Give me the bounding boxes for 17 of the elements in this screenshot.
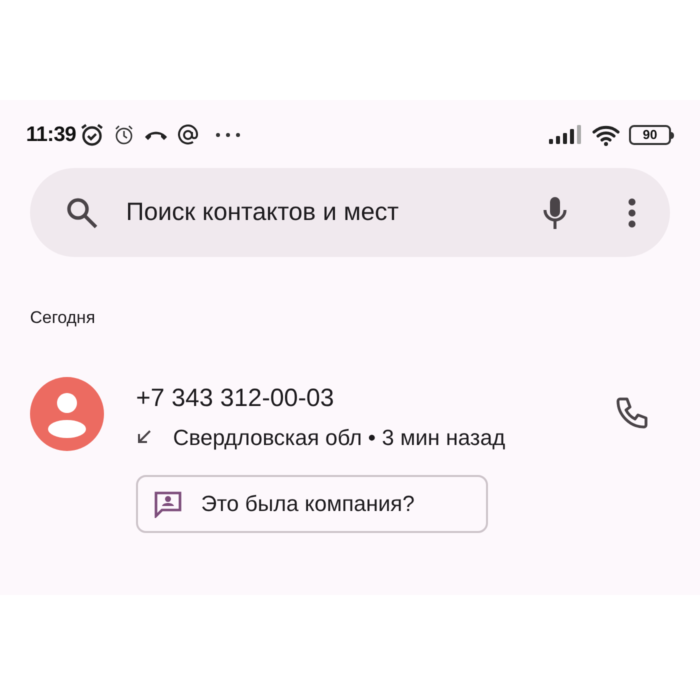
phone-icon[interactable] (614, 394, 650, 430)
search-bar[interactable]: Поиск контактов и мест (30, 168, 670, 257)
alarm-icon (78, 122, 105, 148)
avatar-icon (30, 376, 104, 450)
company-button[interactable]: Это была компания? (136, 474, 488, 532)
alarm-icon (112, 124, 135, 146)
search-field[interactable]: Поиск контактов и мест (126, 194, 540, 232)
section-header: Сегодня (30, 307, 96, 329)
signal-icon (549, 125, 581, 145)
business-chat-icon (153, 490, 183, 518)
call-details: Свердловская обл • 3 мин назад (173, 424, 506, 450)
at-icon (176, 124, 199, 146)
battery-level: 90 (642, 126, 658, 144)
more-icon[interactable] (628, 198, 636, 228)
more-icon (214, 132, 241, 138)
phone-number[interactable]: +7 343 312-00-03 (136, 382, 334, 412)
status-time: 11:39 (26, 122, 76, 148)
